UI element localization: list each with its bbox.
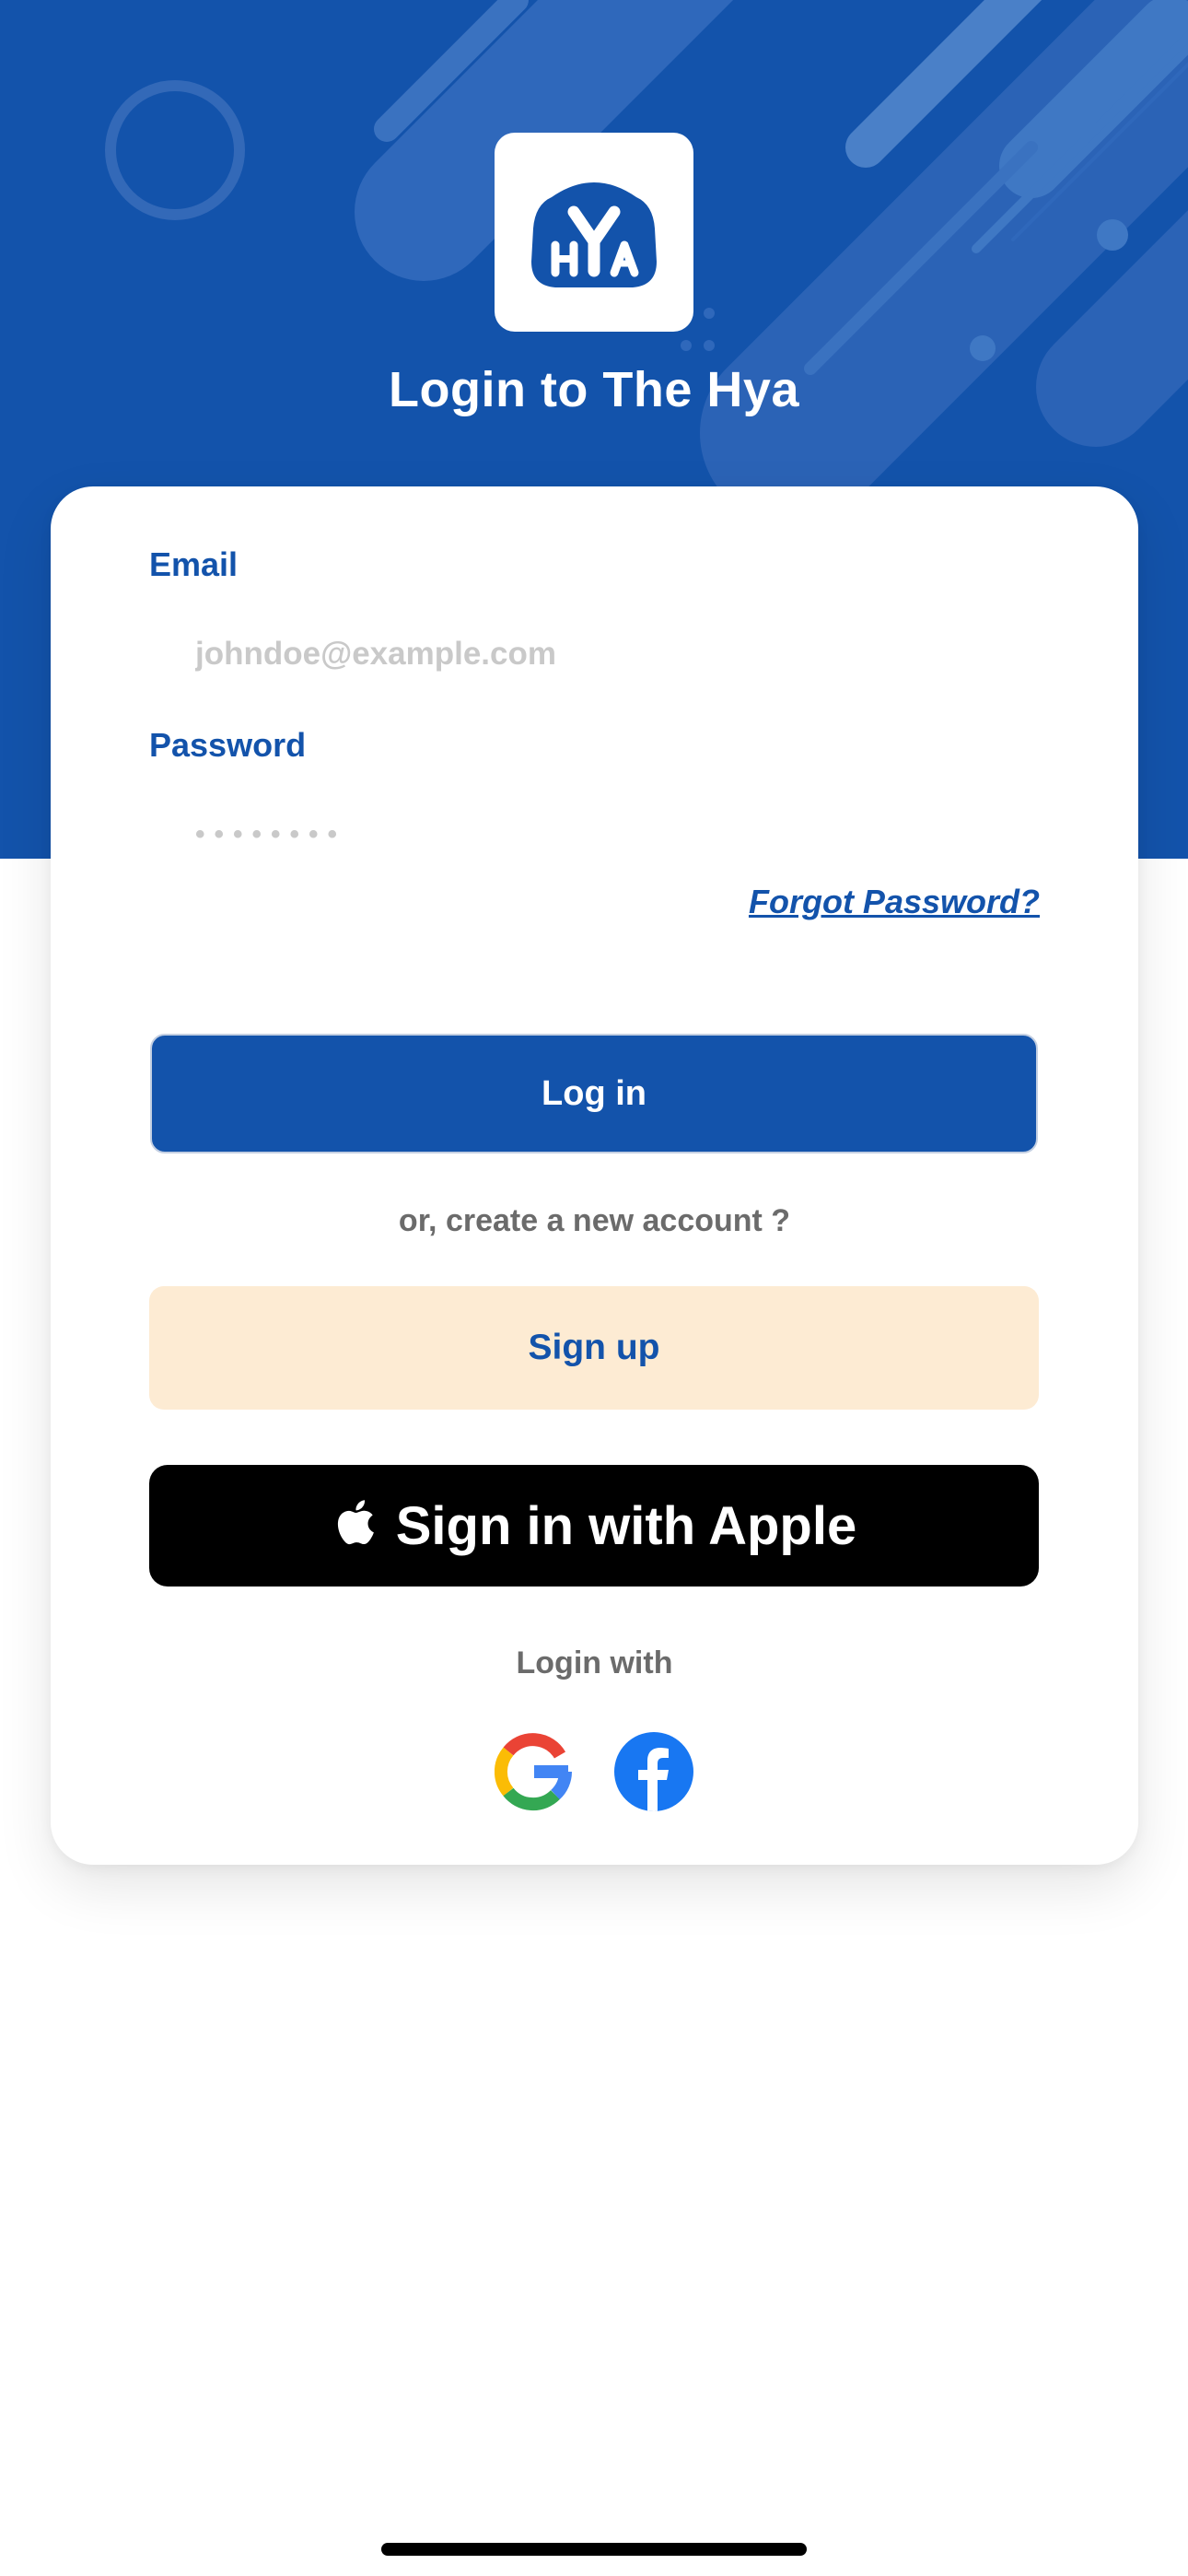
- signup-button[interactable]: Sign up: [149, 1286, 1039, 1410]
- login-button[interactable]: Log in: [150, 1034, 1038, 1153]
- login-card: Email Password Forgot Password? Log in o…: [51, 486, 1138, 1865]
- facebook-login-button[interactable]: [614, 1732, 693, 1811]
- home-indicator: [381, 2543, 807, 2556]
- email-field[interactable]: [149, 617, 1039, 691]
- password-label: Password: [149, 726, 307, 764]
- apple-icon: [337, 1500, 374, 1545]
- app-logo: [495, 133, 693, 332]
- email-label: Email: [149, 545, 239, 583]
- google-login-button[interactable]: [494, 1732, 574, 1811]
- google-icon: [494, 1733, 572, 1811]
- facebook-icon: [614, 1732, 693, 1811]
- create-account-prompt: or, create a new account ?: [398, 1203, 791, 1238]
- sign-in-with-apple-button[interactable]: Sign in with Apple: [149, 1465, 1039, 1587]
- hya-logo-icon: [531, 182, 657, 287]
- password-field[interactable]: [149, 796, 1039, 870]
- forgot-password-link[interactable]: Forgot Password?: [749, 883, 1040, 921]
- page-title: Login to The Hya: [389, 362, 799, 417]
- login-screen: Login to The Hya Email Password Forgot P…: [0, 0, 1188, 2576]
- login-with-label: Login with: [516, 1645, 673, 1680]
- apple-button-label: Sign in with Apple: [395, 1495, 857, 1556]
